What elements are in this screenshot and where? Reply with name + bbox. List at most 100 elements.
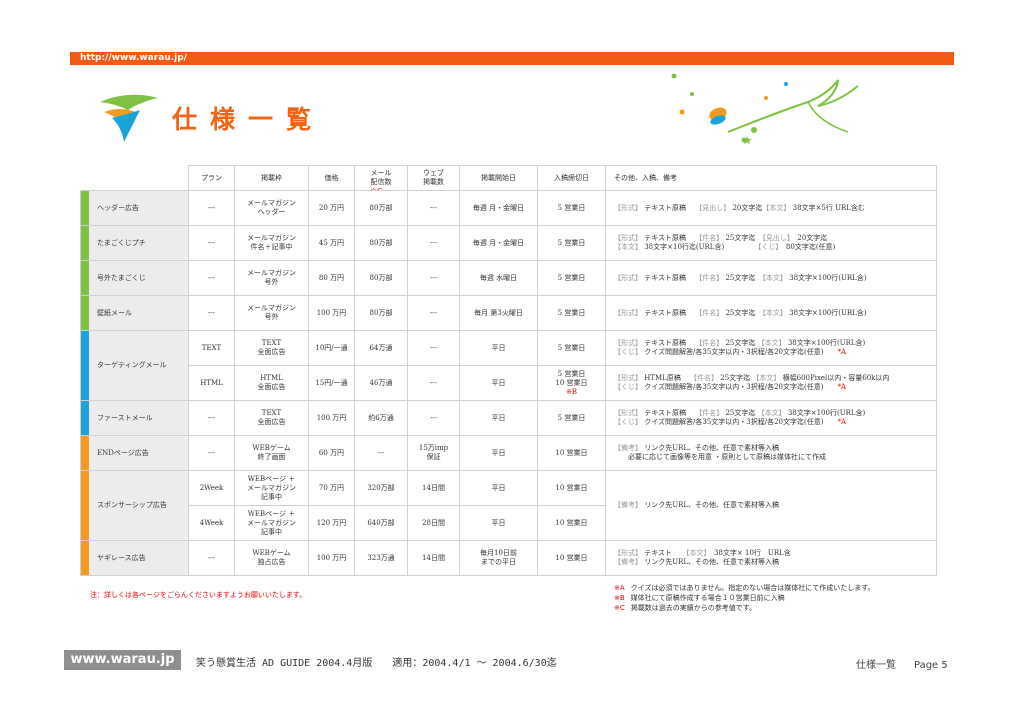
footnote-left: 注：詳しくは各ページをごらんくださいますようお願いいたします。 xyxy=(90,591,307,599)
deadline-cell: 10 営業日 xyxy=(537,505,606,541)
mail-cell: 640万部 xyxy=(354,505,408,541)
slot-cell: WEBページ ＋ メールマガジン 記事中 xyxy=(234,470,309,506)
mail-cell: 80万部 xyxy=(354,225,408,261)
mark-c: ※C xyxy=(370,187,382,190)
table-row: HTML HTML 全面広告 15円/一通 46万通 --- 平日 5 営業日 … xyxy=(81,365,937,401)
start-cell: 毎月10日前 までの平日 xyxy=(459,540,538,576)
mail-cell: 320万部 xyxy=(354,470,408,506)
web-cell: --- xyxy=(407,330,460,366)
deadline-cell: 5 営業日 xyxy=(537,190,606,226)
table-row: スポンサーシップ広告 2Week WEBページ ＋ メールマガジン 記事中 70… xyxy=(80,470,937,541)
notes-cell: 【形式】 テキスト原稿 【件名】 25文字迄 【本文】 38文字×100行(UR… xyxy=(605,400,937,436)
notes-cell: 【備考】 リンク先URL、その他、任意で素材等入稿 必要に応じて画像等を用意 ・… xyxy=(605,435,937,471)
start-cell: 平日 xyxy=(459,435,538,471)
section-name: 仕様一覧 xyxy=(856,660,896,671)
notes-cell: 【備考】 リンク先URL、その他、任意で素材等入稿 xyxy=(605,470,937,541)
start-cell: 毎月 第3火曜日 xyxy=(459,295,538,331)
footer-page-info: 仕様一覧 Page 5 xyxy=(856,656,948,671)
price-cell: 70 万円 xyxy=(308,470,355,506)
web-cell: --- xyxy=(407,190,460,226)
web-cell: 14日間 xyxy=(407,470,460,506)
footnote-b: ※B 媒体社にて原稿作成する場合１０営業日前に入稿 xyxy=(614,594,785,602)
price-cell: 20 万円 xyxy=(308,190,355,226)
col-header-mail: メール 配信数※C xyxy=(354,165,408,191)
category-cell: ファーストメール xyxy=(80,400,189,436)
deadline-cell: 5 営業日 xyxy=(537,295,606,331)
plan-cell: 2Week xyxy=(188,470,235,506)
col-header-notes: その他、入稿、備考 xyxy=(605,165,937,191)
web-cell: --- xyxy=(407,295,460,331)
start-cell: 平日 xyxy=(459,470,538,506)
mail-cell: 46万通 xyxy=(354,365,408,401)
deadline-cell: 10 営業日 xyxy=(537,470,606,506)
plan-cell: --- xyxy=(188,435,235,471)
deadline-cell: 5 営業日 10 営業日 ※B xyxy=(537,365,606,401)
table-row: 号外たまごくじ --- メールマガジン 号外 80 万円 80万部 --- 毎週… xyxy=(80,260,937,296)
plan-cell: --- xyxy=(188,260,235,296)
col-header-price: 価格 xyxy=(308,165,355,191)
slot-cell: メールマガジン 件名＋記事中 xyxy=(234,225,309,261)
price-cell: 10円/一通 xyxy=(308,330,355,366)
notes-cell: 【形式】 テキスト原稿 【見出し】 20文字迄【本文】 38文字×5行 URL含… xyxy=(605,190,937,226)
site-url[interactable]: http://www.warau.jp/ xyxy=(80,52,187,65)
spec-table: プラン 掲載枠 価格 メール 配信数※C ウェブ 掲載数 掲載開始日 入稿締切日… xyxy=(80,165,937,576)
plan-cell: 4Week xyxy=(188,505,235,541)
price-cell: 80 万円 xyxy=(308,260,355,296)
category-cell: ヘッダー広告 xyxy=(80,190,189,226)
mail-cell: --- xyxy=(354,435,408,471)
footnote-c: ※C 掲載数は過去の実績からの参考値です。 xyxy=(614,604,757,612)
mail-cell: 323万通 xyxy=(354,540,408,576)
deadline-cell: 5 営業日 xyxy=(537,260,606,296)
start-cell: 平日 xyxy=(459,400,538,436)
plan-cell: TEXT xyxy=(188,330,235,366)
slot-cell: WEBゲーム 終了画面 xyxy=(234,435,309,471)
slot-cell: メールマガジン 号外 xyxy=(234,295,309,331)
category-cell: 号外たまごくじ xyxy=(80,260,189,296)
deadline-cell: 5 営業日 xyxy=(537,225,606,261)
price-cell: 15円/一通 xyxy=(308,365,355,401)
mail-cell: 80万部 xyxy=(354,295,408,331)
col-header-plan: プラン xyxy=(188,165,235,191)
price-cell: 60 万円 xyxy=(308,435,355,471)
price-cell: 100 万円 xyxy=(308,400,355,436)
mail-cell: 約6万通 xyxy=(354,400,408,436)
slot-cell: メールマガジン 号外 xyxy=(234,260,309,296)
price-cell: 100 万円 xyxy=(308,295,355,331)
url-bar: http://www.warau.jp/ xyxy=(70,52,954,65)
category-cell: スポンサーシップ広告 xyxy=(80,470,189,541)
web-cell: --- xyxy=(407,400,460,436)
slot-cell: WEBページ ＋ メールマガジン 記事中 xyxy=(234,505,309,541)
category-cell: たまごくじプチ xyxy=(80,225,189,261)
footer-guide-text: 笑う懸賞生活 AD GUIDE 2004.4月版 適用：2004.4/1 ～ 2… xyxy=(196,658,557,669)
deadline-cell: 10 営業日 xyxy=(537,435,606,471)
category-cell: ENDページ広告 xyxy=(80,435,189,471)
category-cell: 壁紙メール xyxy=(80,295,189,331)
start-cell: 毎週 月・金曜日 xyxy=(459,225,538,261)
price-cell: 120 万円 xyxy=(308,505,355,541)
slot-cell: TEXT 全面広告 xyxy=(234,400,309,436)
footer-logo[interactable]: www.warau.jp xyxy=(64,650,181,670)
mail-cell: 80万部 xyxy=(354,190,408,226)
plan-cell: --- xyxy=(188,190,235,226)
table-row: ヤギレース広告 --- WEBゲーム 独占広告 100 万円 323万通 14日… xyxy=(80,540,937,576)
col-header-deadline: 入稿締切日 xyxy=(537,165,606,191)
page-title: 仕様一覧 xyxy=(172,105,325,134)
notes-cell: 【形式】 テキスト原稿 【件名】 25文字迄 【本文】 38文字×100行(UR… xyxy=(605,330,937,366)
start-cell: 平日 xyxy=(459,330,538,366)
deadline-cell: 5 営業日 xyxy=(537,400,606,436)
plan-cell: --- xyxy=(188,295,235,331)
col-header-slot: 掲載枠 xyxy=(234,165,309,191)
notes-cell: 【形式】 テキスト原稿 【件名】 25文字迄 【本文】 38文字×100行(UR… xyxy=(605,295,937,331)
table-row: ファーストメール --- TEXT 全面広告 100 万円 約6万通 --- 平… xyxy=(80,400,937,436)
slot-cell: メールマガジン ヘッダー xyxy=(234,190,309,226)
table-header-row: プラン 掲載枠 価格 メール 配信数※C ウェブ 掲載数 掲載開始日 入稿締切日… xyxy=(81,165,937,191)
mail-cell: 80万部 xyxy=(354,260,408,296)
notes-cell: 【形式】 テキスト原稿 【件名】 25文字迄 【見出し】 20文字迄 【本文】 3… xyxy=(605,225,937,261)
table-row: たまごくじプチ --- メールマガジン 件名＋記事中 45 万円 80万部 --… xyxy=(80,225,937,261)
web-cell: --- xyxy=(407,225,460,261)
web-cell: 15万imp 保証 xyxy=(407,435,460,471)
start-cell: 毎週 水曜日 xyxy=(459,260,538,296)
start-cell: 毎週 月・金曜日 xyxy=(459,190,538,226)
decorative-leaves-icon xyxy=(671,73,859,144)
slot-cell: WEBゲーム 独占広告 xyxy=(234,540,309,576)
